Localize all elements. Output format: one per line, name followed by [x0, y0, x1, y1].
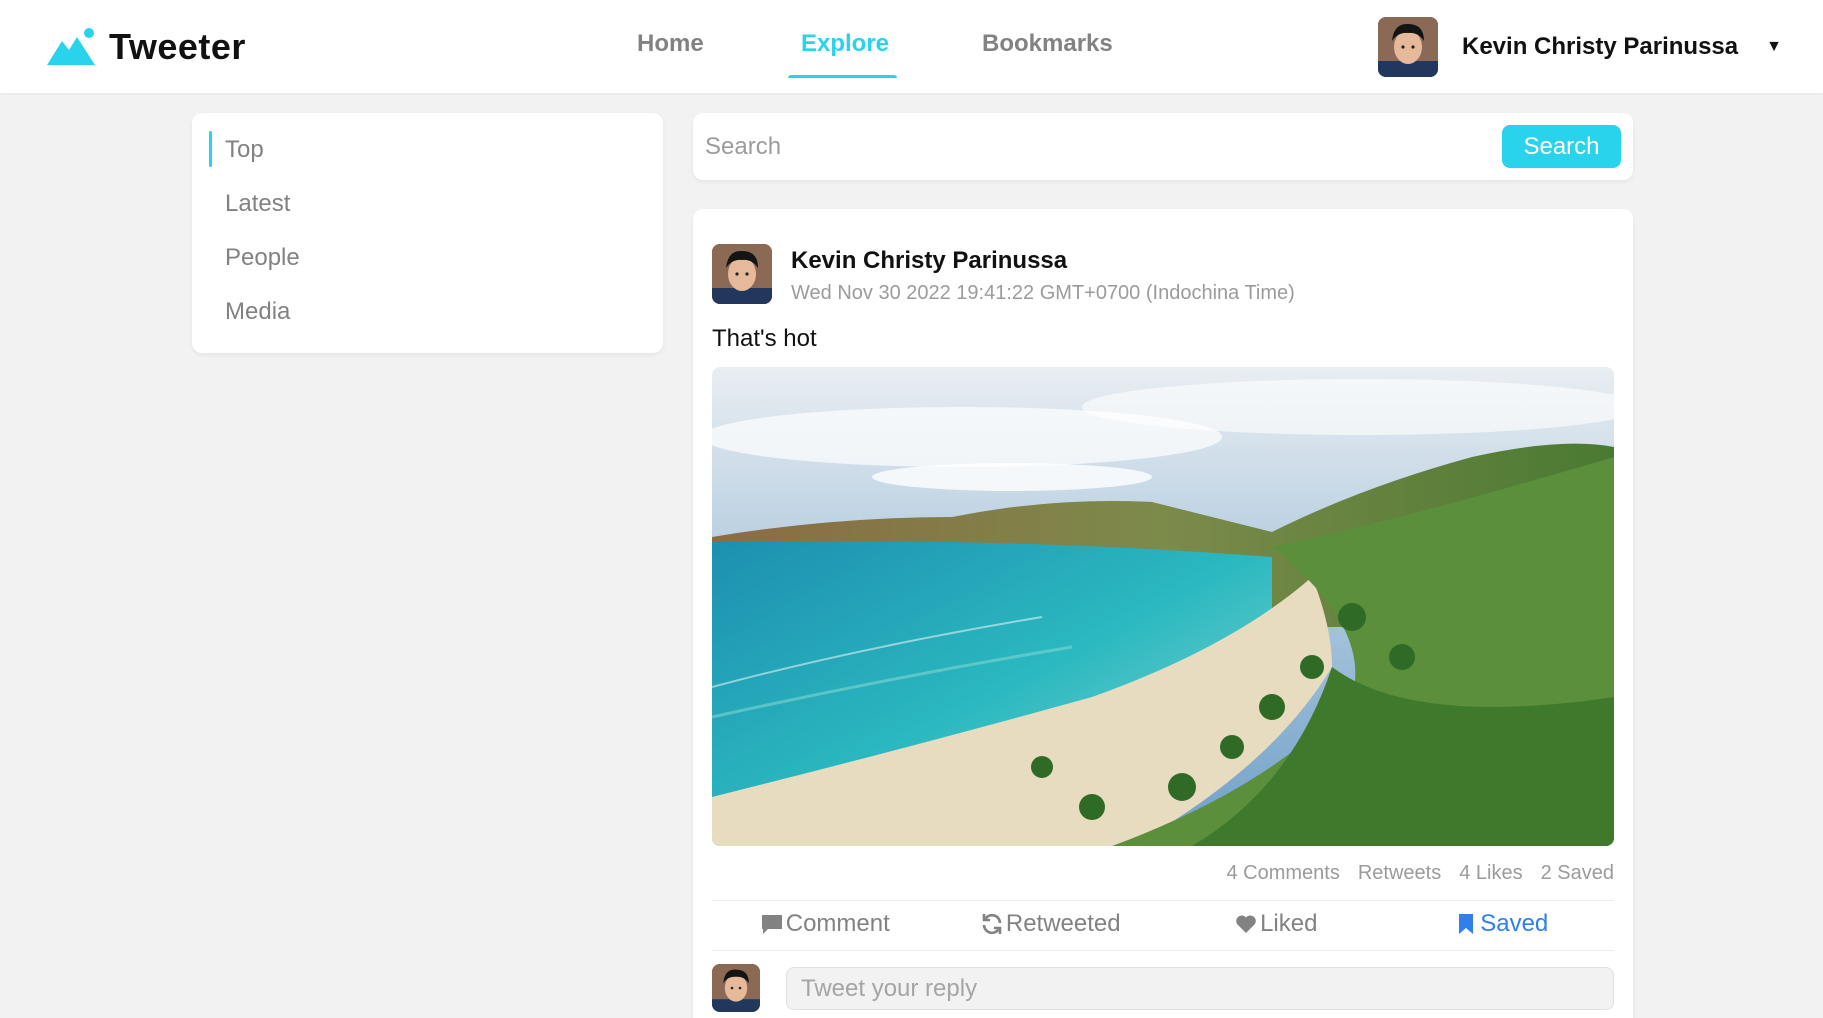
heart-icon: [1236, 915, 1256, 933]
likes-count: 4 Likes: [1459, 862, 1523, 884]
nav-bookmarks[interactable]: Bookmarks: [982, 30, 1113, 58]
tweet-image[interactable]: [712, 367, 1614, 846]
filter-active-indicator: [209, 131, 212, 167]
tweet-stats: 4 Comments Retweets 4 Likes 2 Saved: [1226, 862, 1614, 885]
saved-count: 2 Saved: [1540, 862, 1614, 884]
search-input[interactable]: [705, 127, 1465, 167]
nav-active-indicator: [788, 75, 897, 78]
divider: [712, 950, 1614, 951]
comment-label: Comment: [785, 910, 890, 937]
explore-filter-card: Top Latest People Media: [192, 113, 663, 353]
user-name: Kevin Christy Parinussa: [1462, 33, 1739, 60]
retweets-count: Retweets: [1357, 862, 1442, 884]
logo-icon: [47, 28, 95, 65]
tweet-text: That's hot: [712, 325, 817, 352]
save-label: Saved: [1480, 910, 1549, 937]
nav-explore[interactable]: Explore: [801, 30, 889, 58]
tweet-card: Kevin Christy Parinussa Wed Nov 30 2022 …: [693, 209, 1633, 1018]
like-button[interactable]: Liked: [1163, 899, 1389, 949]
filter-people[interactable]: People: [225, 244, 300, 272]
tweet-actions: Comment Retweeted Liked Saved: [712, 899, 1614, 949]
caret-down-icon[interactable]: ▼: [1766, 38, 1782, 56]
beach-photo-image: [712, 367, 1614, 846]
tweet-timestamp: Wed Nov 30 2022 19:41:22 GMT+0700 (Indoc…: [791, 282, 1295, 304]
filter-latest[interactable]: Latest: [225, 190, 290, 218]
comments-count: 4 Comments: [1226, 862, 1340, 884]
avatar: [1378, 17, 1438, 77]
app-name: Tweeter: [109, 26, 246, 67]
filter-top[interactable]: Top: [225, 136, 264, 164]
search-bar: Search: [693, 113, 1633, 180]
retweet-label: Retweeted: [1005, 910, 1121, 937]
comment-button[interactable]: Comment: [712, 899, 938, 949]
bookmark-icon: [1459, 914, 1474, 934]
reply-input[interactable]: [786, 967, 1614, 1010]
save-button[interactable]: Saved: [1389, 899, 1615, 949]
user-menu[interactable]: Kevin Christy Parinussa ▼: [1378, 17, 1782, 77]
tweet-author-avatar[interactable]: [712, 244, 772, 304]
tweet-author-name[interactable]: Kevin Christy Parinussa: [791, 247, 1067, 275]
comment-icon: [761, 915, 782, 934]
nav-home[interactable]: Home: [637, 30, 704, 58]
search-button[interactable]: Search: [1502, 125, 1621, 168]
app-logo[interactable]: Tweeter: [47, 26, 246, 67]
reply-avatar: [712, 964, 760, 1012]
retweet-icon: [982, 913, 1002, 935]
top-header: Tweeter Home Explore Bookmarks Kevin Chr…: [0, 0, 1823, 93]
filter-media[interactable]: Media: [225, 298, 290, 326]
like-label: Liked: [1260, 910, 1318, 937]
retweet-button[interactable]: Retweeted: [938, 899, 1164, 949]
